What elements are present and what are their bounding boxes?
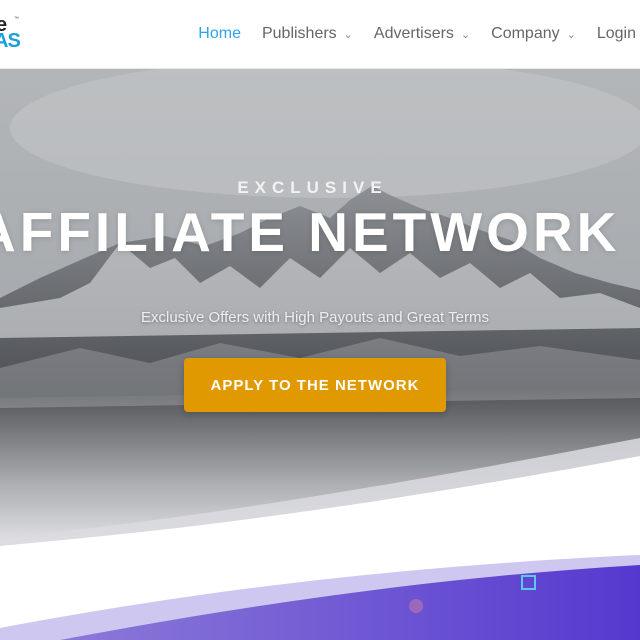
nav-item-company[interactable]: Company ⌄	[491, 25, 576, 43]
logo-text-line2: AS	[0, 30, 21, 52]
chevron-down-icon: ⌄	[460, 28, 471, 41]
nav-item-login[interactable]: Login	[597, 25, 636, 43]
decorative-circle-icon	[409, 599, 423, 613]
nav-item-publishers[interactable]: Publishers ⌄	[262, 25, 353, 43]
site-logo[interactable]: e ™ AS	[0, 12, 22, 52]
hero-eyebrow: EXCLUSIVE	[237, 178, 388, 197]
site-header: e ™ AS Home Publishers ⌄ Advertisers ⌄ C…	[0, 0, 640, 69]
apply-to-network-button[interactable]: APPLY TO THE NETWORK	[184, 358, 446, 412]
nav-label: Advertisers	[373, 25, 454, 42]
nav-item-home[interactable]: Home	[198, 25, 241, 43]
hero-headline: AFFILIATE NETWORK	[0, 201, 621, 263]
chevron-down-icon: ⌄	[343, 28, 353, 41]
logo-trademark: ™	[14, 16, 19, 22]
nav-label: Home	[198, 25, 241, 42]
nav-label: Publishers	[261, 25, 337, 42]
hero-subline: Exclusive Offers with High Payouts and G…	[141, 309, 489, 326]
main-nav: Home Publishers ⌄ Advertisers ⌄ Company …	[177, 0, 640, 68]
decorative-square-icon	[521, 575, 536, 590]
chevron-down-icon: ⌄	[566, 28, 576, 41]
nav-item-advertisers[interactable]: Advertisers ⌄	[374, 25, 470, 43]
hero-background-mountains	[0, 68, 640, 640]
nav-label: Login	[596, 25, 636, 42]
hero-section: EXCLUSIVE AFFILIATE NETWORK Exclusive Of…	[0, 68, 640, 640]
nav-label: Company	[491, 25, 560, 42]
